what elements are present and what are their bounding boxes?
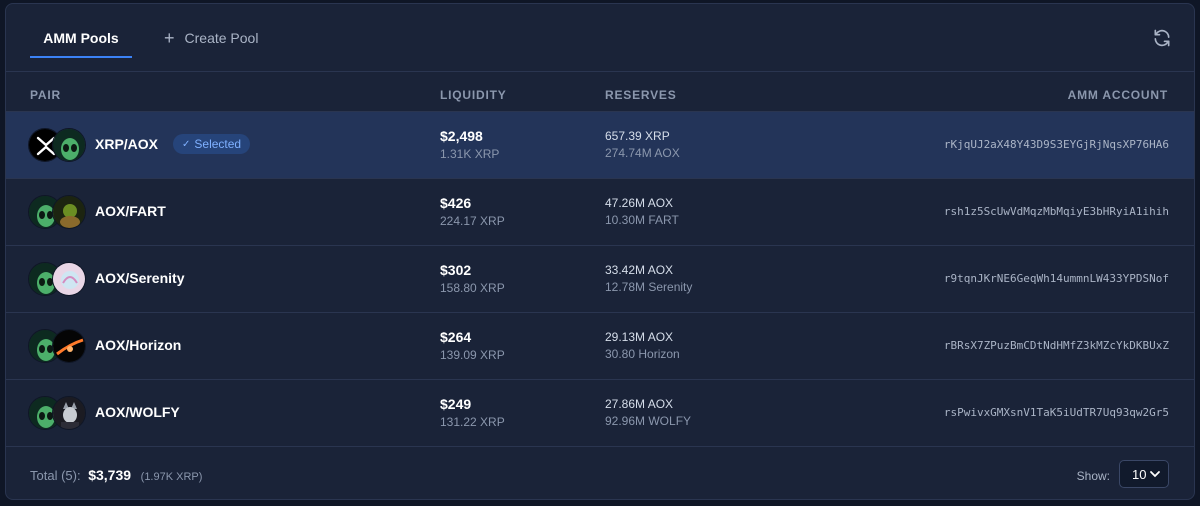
table-row[interactable]: AOX/Serenity $302 158.80 XRP 33.42M AOX …: [6, 246, 1194, 313]
reserves-cell: 27.86M AOX 92.96M WOLFY: [605, 397, 691, 428]
reserve-1: 33.42M AOX: [605, 263, 674, 277]
amm-account-address[interactable]: rsh1z5ScUwVdMqzMbMqiyE3bHRyiA1ihih: [944, 205, 1169, 218]
pair-icons: [28, 396, 88, 432]
liquidity-usd: $249: [440, 396, 472, 412]
column-header-liquidity[interactable]: LIQUIDITY: [440, 88, 507, 102]
aox-token-icon: [52, 128, 86, 162]
amm-pools-panel: AMM Pools + Create Pool PAIR LIQUIDITY R…: [5, 3, 1195, 500]
reserve-1: 47.26M AOX: [605, 196, 674, 210]
page-size-select[interactable]: 10: [1119, 460, 1169, 488]
liquidity-xrp: 158.80 XRP: [440, 281, 505, 295]
table-footer: Total (5): $3,739 (1.97K XRP) Show: 10: [6, 447, 1194, 499]
pair-name: AOX/Horizon: [95, 337, 182, 353]
wolfy-token-icon: [52, 396, 86, 430]
reserve-1: 27.86M AOX: [605, 397, 674, 411]
pair-icons: [28, 195, 88, 231]
column-header-pair[interactable]: PAIR: [30, 88, 61, 102]
plus-icon: +: [164, 28, 175, 48]
selected-badge-label: Selected: [194, 137, 242, 151]
liquidity-cell: $302 158.80 XRP: [440, 262, 505, 295]
table-row[interactable]: AOX/FART $426 224.17 XRP 47.26M AOX 10.3…: [6, 179, 1194, 246]
total-summary: Total (5): $3,739 (1.97K XRP): [30, 467, 202, 483]
liquidity-usd: $302: [440, 262, 472, 278]
liquidity-xrp: 1.31K XRP: [440, 147, 500, 161]
tabs-bar: AMM Pools + Create Pool: [6, 4, 1194, 72]
total-label: Total (5):: [30, 468, 81, 483]
tab-amm-pools[interactable]: AMM Pools: [30, 4, 132, 72]
column-header-reserves[interactable]: RESERVES: [605, 88, 677, 102]
pair-icons: [28, 262, 88, 298]
liquidity-cell: $426 224.17 XRP: [440, 195, 505, 228]
refresh-icon: [1154, 29, 1170, 47]
table-row[interactable]: AOX/WOLFY $249 131.22 XRP 27.86M AOX 92.…: [6, 380, 1194, 447]
table-header: PAIR LIQUIDITY RESERVES AMM ACCOUNT: [6, 72, 1194, 112]
reserve-2: 12.78M Serenity: [605, 280, 693, 294]
column-header-amm-account[interactable]: AMM ACCOUNT: [1068, 88, 1168, 102]
liquidity-cell: $249 131.22 XRP: [440, 396, 505, 429]
pair-name: AOX/Serenity: [95, 270, 185, 286]
tab-amm-pools-label: AMM Pools: [43, 30, 119, 46]
liquidity-cell: $2,498 1.31K XRP: [440, 128, 499, 161]
amm-account-address[interactable]: rKjqUJ2aX48Y43D9S3EYGjRjNqsXP76HA6: [944, 138, 1169, 151]
liquidity-usd: $2,498: [440, 128, 483, 144]
fart-token-icon: [52, 195, 86, 229]
reserve-1: 657.39 XRP: [605, 129, 670, 143]
liquidity-cell: $264 139.09 XRP: [440, 329, 505, 362]
amm-account-address[interactable]: r9tqnJKrNE6GeqWh14ummnLW433YPDSNof: [944, 272, 1169, 285]
reserves-cell: 29.13M AOX 30.80 Horizon: [605, 330, 680, 361]
reserve-2: 274.74M AOX: [605, 146, 680, 160]
reserves-cell: 33.42M AOX 12.78M Serenity: [605, 263, 692, 294]
tab-create-pool-label: Create Pool: [184, 30, 259, 46]
amm-account-address[interactable]: rsPwivxGMXsnV1TaK5iUdTR7Uq93qw2Gr5: [944, 406, 1169, 419]
reserves-cell: 657.39 XRP 274.74M AOX: [605, 129, 680, 160]
pair-icons: [28, 329, 88, 365]
serenity-token-icon: [52, 262, 86, 296]
pair-name: XRP/AOX: [95, 136, 159, 152]
selected-badge: ✓ Selected: [173, 134, 251, 154]
show-label: Show:: [1076, 469, 1110, 483]
reserve-2: 30.80 Horizon: [605, 347, 680, 361]
pair-icons: [28, 128, 88, 164]
total-usd: $3,739: [88, 467, 132, 483]
total-xrp: (1.97K XRP): [140, 471, 203, 483]
page-size-value: 10: [1132, 466, 1147, 482]
amm-account-address[interactable]: rBRsX7ZPuzBmCDtNdHMfZ3kMZcYkDKBUxZ: [944, 339, 1169, 352]
reserves-cell: 47.26M AOX 10.30M FART: [605, 196, 679, 227]
liquidity-usd: $426: [440, 195, 472, 211]
tab-create-pool[interactable]: + Create Pool: [164, 4, 258, 72]
table-row[interactable]: XRP/AOX ✓ Selected $2,498 1.31K XRP 657.…: [6, 112, 1194, 179]
chevron-down-icon: [1150, 471, 1160, 478]
pair-name: AOX/WOLFY: [95, 404, 180, 420]
check-icon: ✓: [182, 138, 191, 150]
liquidity-xrp: 139.09 XRP: [440, 348, 505, 362]
pair-name: AOX/FART: [95, 203, 166, 219]
table-row[interactable]: AOX/Horizon $264 139.09 XRP 29.13M AOX 3…: [6, 313, 1194, 380]
reserve-2: 92.96M WOLFY: [605, 414, 692, 428]
liquidity-xrp: 131.22 XRP: [440, 415, 505, 429]
reserve-2: 10.30M FART: [605, 213, 679, 227]
reserve-1: 29.13M AOX: [605, 330, 674, 344]
liquidity-xrp: 224.17 XRP: [440, 214, 505, 228]
liquidity-usd: $264: [440, 329, 472, 345]
refresh-button[interactable]: [1152, 28, 1172, 48]
horizon-token-icon: [52, 329, 86, 363]
